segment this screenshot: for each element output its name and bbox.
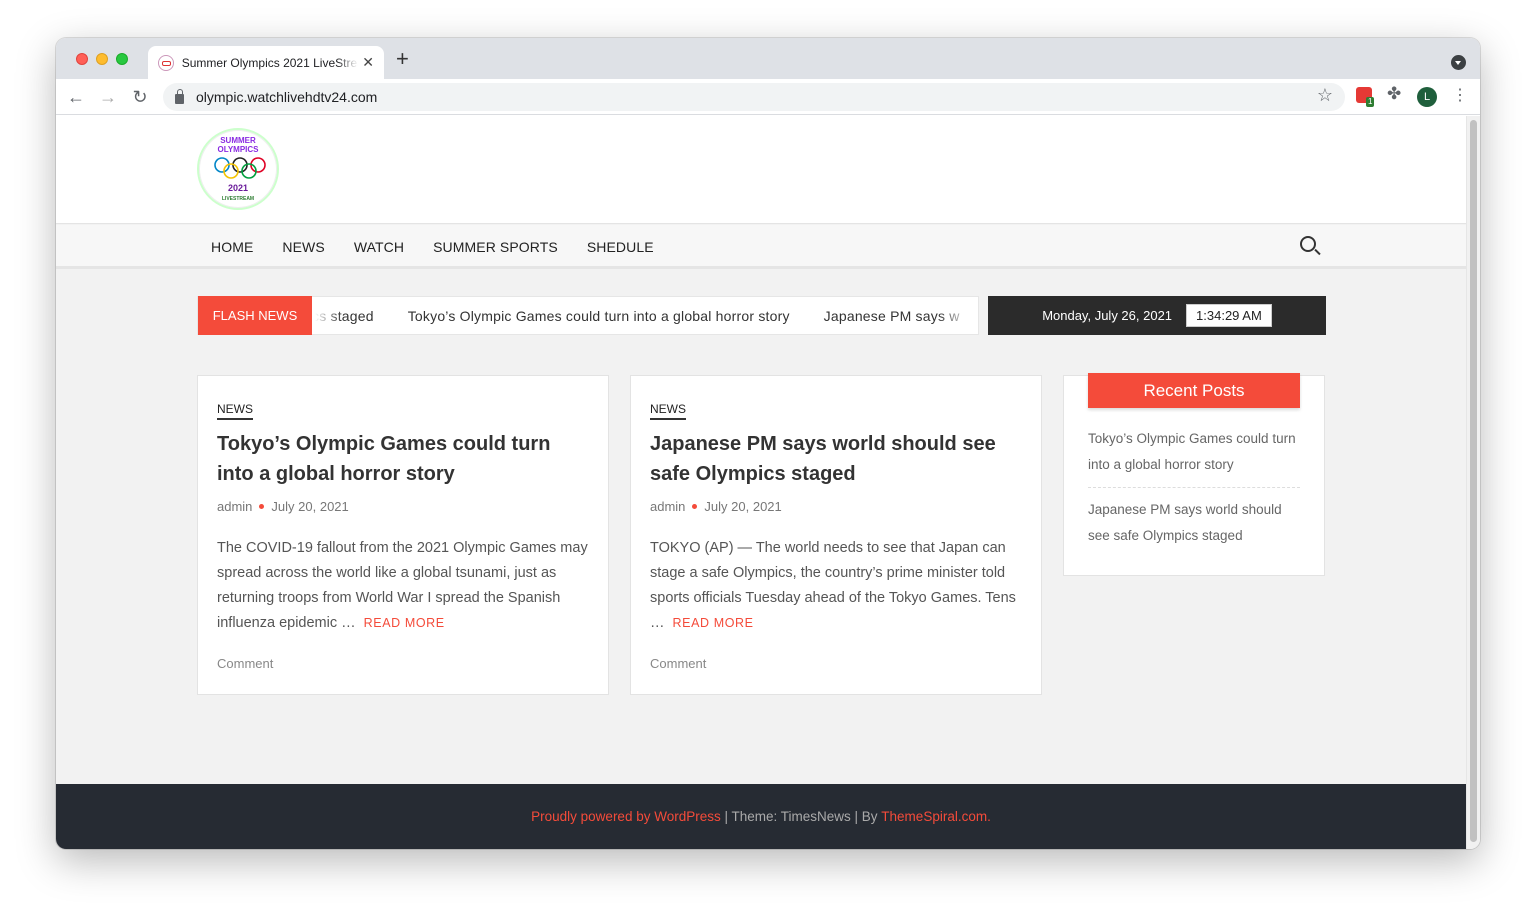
bookmark-star-icon[interactable]: ☆ (1317, 85, 1333, 106)
page-viewport: SUMMER OLYMPICS 2021 LIVESTREAM HOME NEW… (56, 116, 1480, 849)
logo-top-text: SUMMER OLYMPICS (217, 136, 259, 154)
meta-dot-icon (259, 504, 265, 509)
logo-bottom-text: LIVESTREAM (221, 196, 255, 202)
tab-close-icon[interactable]: ✕ (362, 54, 374, 71)
post-meta: admin July 20, 2021 (217, 499, 589, 514)
post-category[interactable]: NEWS (650, 402, 686, 420)
menu-list: HOME NEWS WATCH SUMMER SPORTS SHEDULE (211, 225, 683, 269)
themespiral-link[interactable]: ThemeSpiral.com. (881, 809, 991, 824)
wordpress-link[interactable]: Proudly powered by WordPress (531, 809, 721, 824)
close-window-button[interactable] (76, 53, 88, 65)
page-scrollbar[interactable] (1466, 116, 1480, 849)
flash-news-label: FLASH NEWS (198, 296, 312, 335)
ticker-fade (312, 297, 342, 334)
comment-link[interactable]: Comment (650, 656, 706, 671)
recent-post-link[interactable]: Japanese PM says world should see safe O… (1088, 497, 1300, 558)
url-text[interactable]: olympic.watchlivehdtv24.com (196, 89, 377, 105)
ticker-fade (938, 297, 978, 334)
extension-badge: 1 (1366, 97, 1375, 107)
extensions-puzzle-icon[interactable]: ✤ (1387, 84, 1401, 104)
post-meta: admin July 20, 2021 (650, 499, 1022, 514)
post-category[interactable]: NEWS (217, 402, 253, 420)
menu-item-shedule[interactable]: SHEDULE (587, 239, 654, 255)
recent-posts-title: Recent Posts (1088, 373, 1300, 408)
browser-menu-icon[interactable]: ⋮ (1452, 85, 1468, 105)
menu-item-watch[interactable]: WATCH (354, 239, 404, 255)
favicon-icon (158, 54, 174, 71)
site-footer: Proudly powered by WordPress | Theme: Ti… (56, 784, 1466, 849)
post-date[interactable]: July 20, 2021 (271, 499, 348, 514)
back-arrow-icon[interactable]: ← (64, 85, 88, 109)
date-time-box: Monday, July 26, 2021 1:34:29 AM (988, 296, 1326, 335)
current-time: 1:34:29 AM (1186, 304, 1272, 327)
read-more-link[interactable]: READ MORE (673, 616, 754, 630)
recent-posts-widget: Recent Posts Tokyo’s Olympic Games could… (1063, 373, 1325, 576)
post-date[interactable]: July 20, 2021 (704, 499, 781, 514)
flash-news-bar: FLASH NEWS cs staged Tokyo’s Olympic Gam… (197, 296, 979, 335)
site-logo[interactable]: SUMMER OLYMPICS 2021 LIVESTREAM (197, 128, 279, 210)
profile-avatar[interactable]: L (1417, 87, 1437, 107)
new-tab-button[interactable]: + (396, 48, 409, 70)
site-header: SUMMER OLYMPICS 2021 LIVESTREAM (56, 116, 1466, 224)
ticker-item[interactable]: Tokyo’s Olympic Games could turn into a … (408, 308, 790, 324)
tab-title: Summer Olympics 2021 LiveStream (181, 55, 359, 70)
post-author[interactable]: admin (650, 499, 685, 514)
browser-tab[interactable]: Summer Olympics 2021 LiveStream ✕ (148, 46, 384, 79)
comment-link[interactable]: Comment (217, 656, 273, 671)
scrollbar-thumb[interactable] (1470, 120, 1477, 842)
read-more-link[interactable]: READ MORE (364, 616, 445, 630)
post-author[interactable]: admin (217, 499, 252, 514)
news-ticker: cs staged Tokyo’s Olympic Games could tu… (312, 297, 978, 334)
maximize-window-button[interactable] (116, 53, 128, 65)
recent-posts-list: Tokyo’s Olympic Games could turn into a … (1088, 426, 1300, 567)
tab-search-icon[interactable] (1451, 55, 1466, 70)
meta-dot-icon (692, 504, 698, 509)
menu-item-summer-sports[interactable]: SUMMER SPORTS (433, 239, 558, 255)
lock-icon[interactable] (175, 88, 184, 104)
current-date: Monday, July 26, 2021 (1042, 308, 1173, 323)
footer-theme-text: | Theme: TimesNews | By (720, 809, 882, 824)
menu-item-news[interactable]: NEWS (282, 239, 324, 255)
search-icon[interactable] (1300, 236, 1316, 252)
reload-icon[interactable]: ↻ (128, 85, 152, 109)
tab-bar: Summer Olympics 2021 LiveStream ✕ + (56, 38, 1480, 79)
recent-post-link[interactable]: Tokyo’s Olympic Games could turn into a … (1088, 426, 1300, 488)
menu-item-home[interactable]: HOME (211, 239, 253, 255)
logo-year: 2021 (227, 183, 249, 193)
post-excerpt: TOKYO (AP) — The world needs to see that… (650, 536, 1022, 636)
address-bar[interactable]: olympic.watchlivehdtv24.com ☆ (163, 83, 1345, 111)
post-excerpt: The COVID-19 fallout from the 2021 Olymp… (217, 536, 589, 636)
post-card: NEWS Japanese PM says world should see s… (630, 375, 1042, 695)
minimize-window-button[interactable] (96, 53, 108, 65)
post-card: NEWS Tokyo’s Olympic Games could turn in… (197, 375, 609, 695)
browser-window: Summer Olympics 2021 LiveStream ✕ + ← → … (56, 38, 1480, 849)
post-title[interactable]: Tokyo’s Olympic Games could turn into a … (217, 429, 589, 489)
main-nav: HOME NEWS WATCH SUMMER SPORTS SHEDULE (56, 225, 1466, 269)
browser-toolbar: ← → ↻ olympic.watchlivehdtv24.com ☆ 1 ✤ … (56, 79, 1480, 115)
forward-arrow-icon[interactable]: → (96, 85, 120, 109)
olympic-rings-icon (214, 157, 266, 179)
post-title[interactable]: Japanese PM says world should see safe O… (650, 429, 1022, 489)
